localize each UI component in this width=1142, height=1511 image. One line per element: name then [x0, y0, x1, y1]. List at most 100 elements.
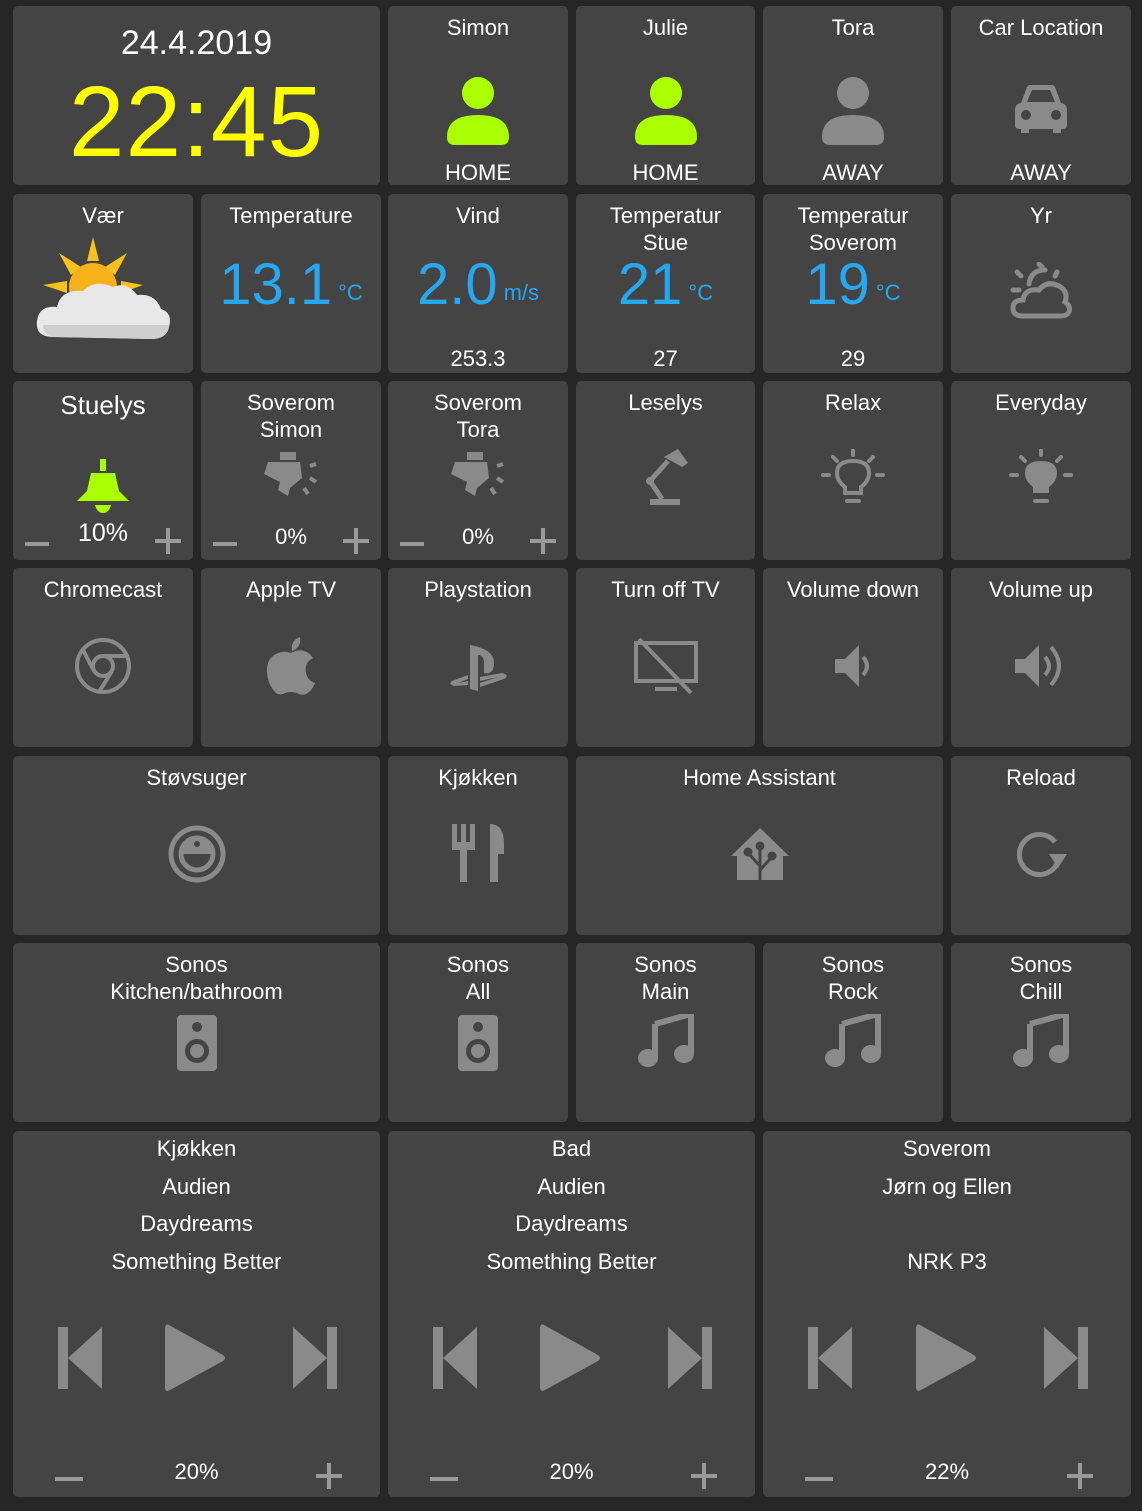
stovsuger-title: Støvsuger [146, 765, 247, 790]
temperature-tile[interactable]: Temperature 13.1 °C [201, 194, 381, 373]
skip-next-icon[interactable] [666, 1327, 712, 1389]
person-julie-tile[interactable]: Julie HOME [576, 6, 755, 185]
music-note-icon [825, 1014, 881, 1067]
volume-increase-button[interactable] [316, 1463, 342, 1489]
relax-scene-tile[interactable]: Relax [763, 381, 943, 560]
everyday-scene-tile[interactable]: Everyday [951, 381, 1131, 560]
apple-tv-title: Apple TV [245, 577, 337, 602]
sonos-kitchen-bathroom-tile[interactable]: Sonos Kitchen/bathroom [13, 943, 380, 1122]
sonos-rock-tile[interactable]: Sonos Rock [763, 943, 943, 1122]
player-artist: Audien [537, 1174, 606, 1199]
playstation-tile[interactable]: Playstation [388, 568, 568, 747]
soverom-value-row: 19 °C [763, 250, 943, 320]
play-icon[interactable] [165, 1323, 227, 1393]
title-line2: All [465, 979, 491, 1004]
weather-title: Vær [82, 203, 124, 228]
temperatur-stue-tile[interactable]: Temperatur Stue 21 °C 27 [576, 194, 755, 373]
lightbulb-outline-icon [821, 449, 885, 503]
speaker-icon [458, 1015, 498, 1071]
volume-increase-button[interactable] [1067, 1463, 1093, 1489]
skip-next-icon[interactable] [291, 1327, 337, 1389]
person-simon-tile[interactable]: Simon HOME [388, 6, 568, 185]
increase-button[interactable] [530, 528, 556, 554]
clock-tile: 24.4.2019 22:45 [13, 6, 380, 185]
home-assistant-tile[interactable]: Home Assistant [576, 756, 943, 935]
player-room: Soverom [902, 1136, 992, 1161]
weather-var-tile[interactable]: Vær [13, 194, 193, 373]
title-line1: Sonos [165, 952, 228, 977]
car-title: Car Location [978, 15, 1104, 40]
sonos-all-tile[interactable]: Sonos All [388, 943, 568, 1122]
title-line1: Soverom [246, 390, 336, 415]
sonos-title: Sonos Main [576, 951, 755, 1005]
chromecast-tile[interactable]: Chromecast [13, 568, 193, 747]
title-line2: Kitchen/bathroom [110, 979, 283, 1004]
person-state: AWAY [822, 160, 884, 185]
yr-tile[interactable]: Yr [951, 194, 1131, 373]
stue-title-line1: Temperatur [609, 203, 722, 228]
person-name: Tora [831, 15, 875, 40]
player-album: Daydreams [515, 1211, 628, 1236]
volume-low-icon [835, 645, 869, 687]
player-controls [763, 1324, 1131, 1397]
title-line2: Tora [456, 417, 500, 442]
media-player-bad: Bad Audien Daydreams Something Better 20… [388, 1131, 755, 1497]
vind-tile[interactable]: Vind 2.0 m/s 253.3 [388, 194, 568, 373]
sonos-chill-tile[interactable]: Sonos Chill [951, 943, 1131, 1122]
temperature-title: Temperature [229, 203, 353, 228]
yr-title: Yr [1030, 203, 1052, 228]
person-tora-tile[interactable]: Tora AWAY [763, 6, 943, 185]
player-room: Bad [551, 1136, 592, 1161]
skip-next-icon[interactable] [1042, 1327, 1088, 1389]
car-location-tile[interactable]: Car Location AWAY [951, 6, 1131, 185]
temperatur-soverom-tile[interactable]: Temperatur Soverom 19 °C 29 [763, 194, 943, 373]
player-controls [13, 1324, 380, 1397]
reload-tile[interactable]: Reload [951, 756, 1131, 935]
title-line1: Sonos [446, 952, 510, 977]
stuelys-tile[interactable]: Stuelys 10% [13, 381, 193, 560]
increase-button[interactable] [155, 528, 181, 554]
person-state: HOME [632, 160, 699, 185]
stuelys-title: Stuelys [60, 390, 146, 420]
increase-button[interactable] [343, 528, 369, 554]
sonos-main-tile[interactable]: Sonos Main [576, 943, 755, 1122]
temperature-unit: °C [338, 280, 363, 305]
skip-previous-icon[interactable] [58, 1327, 104, 1389]
temperature-value-row: 13.1 °C [201, 250, 381, 320]
player-volume-controls: 20% [13, 1459, 380, 1489]
leselys-title: Leselys [628, 390, 703, 415]
home-assistant-icon [730, 828, 789, 880]
turn-off-tv-tile[interactable]: Turn off TV [576, 568, 755, 747]
title-line1: Sonos [1009, 952, 1073, 977]
title-line2: Main [641, 979, 690, 1004]
title-line1: Soverom [433, 390, 523, 415]
play-icon[interactable] [916, 1323, 978, 1393]
media-player-soverom: Soverom Jørn og Ellen NRK P3 22% [763, 1131, 1131, 1497]
player-controls [388, 1324, 755, 1397]
fork-knife-icon [452, 824, 504, 882]
turn-off-tv-title: Turn off TV [611, 577, 720, 602]
soverom-simon-light-tile[interactable]: Soverom Simon 0% [201, 381, 381, 560]
title-line2: Rock [827, 979, 879, 1004]
soverom-tora-light-tile[interactable]: Soverom Tora 0% [388, 381, 568, 560]
kjokken-title: Kjøkken [438, 765, 518, 790]
volume-up-title: Volume up [989, 577, 1093, 602]
volume-up-tile[interactable]: Volume up [951, 568, 1131, 747]
title-line1: Sonos [634, 952, 697, 977]
volume-high-icon [1015, 645, 1061, 687]
chrome-icon [75, 638, 131, 694]
volume-down-tile[interactable]: Volume down [763, 568, 943, 747]
skip-previous-icon[interactable] [808, 1327, 854, 1389]
stovsuger-tile[interactable]: Støvsuger [13, 756, 380, 935]
leselys-tile[interactable]: Leselys [576, 381, 755, 560]
sonos-title: Sonos Kitchen/bathroom [13, 951, 380, 1005]
play-icon[interactable] [540, 1323, 602, 1393]
skip-previous-icon[interactable] [433, 1327, 479, 1389]
kjokken-tile[interactable]: Kjøkken [388, 756, 568, 935]
car-state: AWAY [1010, 160, 1072, 185]
person-state: HOME [445, 160, 511, 185]
playstation-icon [450, 645, 507, 691]
apple-tv-tile[interactable]: Apple TV [201, 568, 381, 747]
spotlight-icon [264, 452, 318, 496]
volume-increase-button[interactable] [691, 1463, 717, 1489]
